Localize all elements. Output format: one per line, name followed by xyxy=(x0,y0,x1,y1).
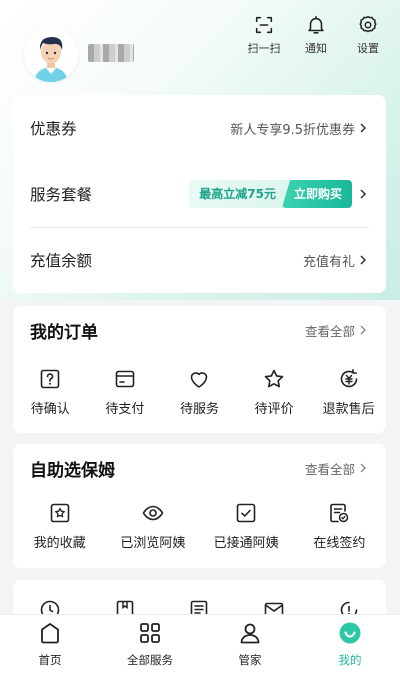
nanny-actions-row: 我的收藏 已浏览阿姨 已接通阿姨 在线签约 xyxy=(13,501,386,551)
scan-icon xyxy=(255,16,273,34)
order-pending-confirm-label: 待确认 xyxy=(30,402,70,417)
order-pending-payment[interactable]: 待支付 xyxy=(88,367,163,417)
order-refund[interactable]: 退款售后 xyxy=(311,367,386,417)
tab-home-label: 首页 xyxy=(38,653,62,667)
username-blurred xyxy=(88,44,134,62)
person-icon xyxy=(240,623,260,644)
order-pending-service[interactable]: 待服务 xyxy=(162,367,237,417)
orders-view-all-label: 查看全部 xyxy=(304,323,355,339)
profile-page: 扫一扫 通知 设置 优惠券 新人专享9.5折优惠券 服务套餐 最高立减75元 立… xyxy=(0,0,400,686)
notification-label: 通知 xyxy=(305,42,327,55)
package-title: 服务套餐 xyxy=(30,186,93,204)
avatar-illustration xyxy=(24,28,78,82)
package-promo[interactable]: 最高立减75元 立即购买 xyxy=(189,180,352,208)
order-pending-payment-label: 待支付 xyxy=(105,402,145,417)
order-pending-confirm[interactable]: 待确认 xyxy=(13,367,88,417)
bottom-tab-bar: 首页 全部服务 管家 我的 xyxy=(0,614,400,686)
promo-discount-text: 最高立减75元 xyxy=(189,180,288,208)
order-pending-service-label: 待服务 xyxy=(179,402,219,417)
coupon-value: 新人专享9.5折优惠券 xyxy=(230,122,355,138)
gear-icon xyxy=(359,15,377,33)
orders-status-row: 待确认 待支付 待服务 待评价 退款售后 xyxy=(13,367,386,417)
card-icon xyxy=(115,370,135,388)
nanny-view-all-label: 查看全部 xyxy=(304,461,355,477)
chevron-right-icon xyxy=(360,463,366,473)
order-pending-review-label: 待评价 xyxy=(254,402,294,417)
nanny-browsed-label: 已浏览阿姨 xyxy=(120,536,186,551)
nanny-title: 自助选保姆 xyxy=(30,460,115,481)
header-actions: 扫一扫 通知 设置 xyxy=(242,14,390,56)
settings-button[interactable]: 设置 xyxy=(346,14,390,56)
tab-butler[interactable]: 管家 xyxy=(200,615,300,686)
tab-all-services-label: 全部服务 xyxy=(127,653,173,667)
grid-icon xyxy=(140,623,160,643)
orders-header: 我的订单 查看全部 xyxy=(13,306,386,354)
chevron-right-icon xyxy=(360,255,367,265)
nanny-browsed[interactable]: 已浏览阿姨 xyxy=(106,501,199,551)
avatar[interactable] xyxy=(24,28,78,82)
nanny-view-all-link[interactable]: 查看全部 xyxy=(305,459,368,478)
nanny-favorites[interactable]: 我的收藏 xyxy=(13,501,106,551)
balance-row[interactable]: 充值余额 充值有礼 xyxy=(13,227,386,293)
tab-butler-label: 管家 xyxy=(238,653,262,667)
nanny-favorites-label: 我的收藏 xyxy=(33,536,86,551)
contract-icon xyxy=(330,503,349,523)
home-icon xyxy=(41,623,59,644)
scan-button[interactable]: 扫一扫 xyxy=(242,14,286,56)
nanny-connected-label: 已接通阿姨 xyxy=(213,536,279,551)
nanny-online-contract[interactable]: 在线签约 xyxy=(293,501,386,551)
account-card: 优惠券 新人专享9.5折优惠券 服务套餐 最高立减75元 立即购买 充值余额 充… xyxy=(13,95,386,293)
check-box-icon xyxy=(236,503,256,523)
refund-icon xyxy=(340,369,357,388)
settings-label: 设置 xyxy=(357,42,379,55)
bell-icon xyxy=(308,15,324,34)
package-row[interactable]: 服务套餐 最高立减75元 立即购买 xyxy=(13,161,386,227)
nanny-connected[interactable]: 已接通阿姨 xyxy=(200,501,293,551)
tab-home[interactable]: 首页 xyxy=(0,615,100,686)
orders-title: 我的订单 xyxy=(30,322,98,343)
order-pending-review[interactable]: 待评价 xyxy=(237,367,312,417)
nanny-header: 自助选保姆 查看全部 xyxy=(13,444,386,492)
star-box-icon xyxy=(50,503,69,523)
heart-icon xyxy=(191,372,208,388)
balance-value: 充值有礼 xyxy=(302,254,355,270)
coupon-title: 优惠券 xyxy=(30,120,77,138)
scan-label: 扫一扫 xyxy=(247,42,281,55)
tab-mine[interactable]: 我的 xyxy=(300,615,400,686)
orders-card: 我的订单 查看全部 待确认 待支付 待服务 待评价 退款售后 xyxy=(13,306,386,433)
buy-now-button[interactable]: 立即购买 xyxy=(281,180,352,208)
chevron-right-icon xyxy=(360,123,367,133)
order-refund-label: 退款售后 xyxy=(322,402,375,417)
chevron-right-icon xyxy=(360,325,366,335)
star-icon xyxy=(264,369,284,388)
nanny-online-contract-label: 在线签约 xyxy=(313,536,366,551)
tab-all-services[interactable]: 全部服务 xyxy=(100,615,200,686)
eye-icon xyxy=(142,505,164,521)
notification-button[interactable]: 通知 xyxy=(294,14,338,56)
nanny-card: 自助选保姆 查看全部 我的收藏 已浏览阿姨 已接通阿姨 在线签约 xyxy=(13,444,386,568)
chevron-right-icon xyxy=(360,189,367,199)
profile-header: 扫一扫 通知 设置 xyxy=(0,0,400,92)
question-icon xyxy=(40,369,60,389)
tab-mine-label: 我的 xyxy=(338,653,362,667)
smile-icon xyxy=(339,622,361,644)
orders-view-all-link[interactable]: 查看全部 xyxy=(305,321,368,340)
coupon-row[interactable]: 优惠券 新人专享9.5折优惠券 xyxy=(13,95,386,161)
balance-title: 充值余额 xyxy=(30,252,93,270)
